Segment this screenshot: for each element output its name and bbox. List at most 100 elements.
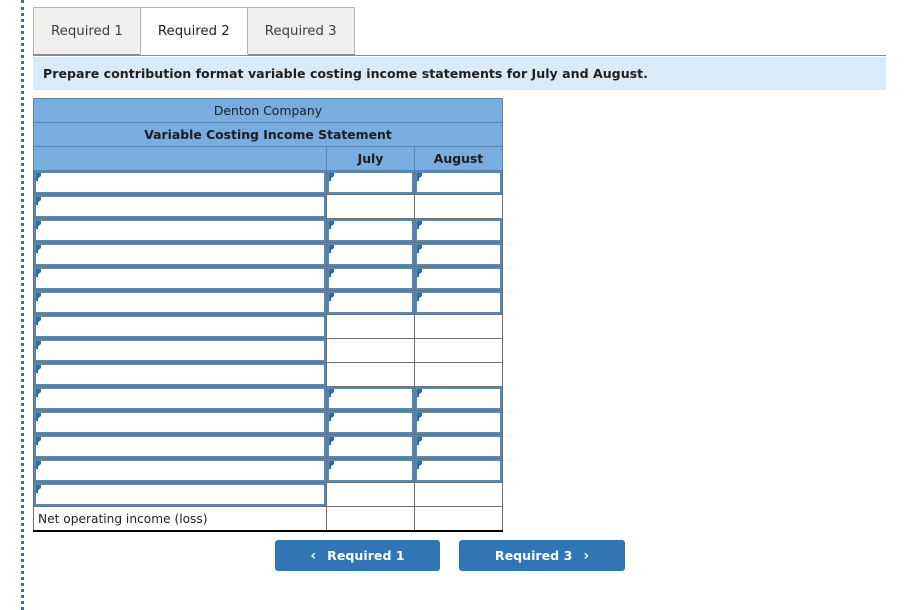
worksheet-row: Net operating income (loss) [33,506,503,532]
august-amount-input-4[interactable] [415,267,502,290]
july-amount-cell [326,458,415,483]
august-amount-input-11[interactable] [415,435,502,458]
august-amount-input-0[interactable] [415,171,502,194]
row-label-cell [33,362,327,387]
next-required-label: Required 3 [494,548,573,563]
tab-required-3[interactable]: Required 3 [246,7,355,55]
row-label-cell [33,338,327,363]
worksheet-row [33,290,503,315]
august-amount-input-9[interactable] [415,387,502,410]
worksheet-statement-title: Variable Costing Income Statement [33,122,503,147]
chevron-right-icon: › [583,547,590,564]
row-label-cell [33,386,327,411]
worksheet-row [33,266,503,291]
next-required-button[interactable]: Required 3 › [459,540,625,571]
july-amount-cell [326,242,415,267]
previous-required-label: Required 1 [327,548,405,563]
august-amount-input-2[interactable] [415,219,502,242]
july-amount-cell [326,290,415,315]
account-name-select-8[interactable] [34,363,326,386]
account-name-select-12[interactable] [34,459,326,482]
august-amount-cell [414,218,503,243]
july-amount-input-11[interactable] [327,435,414,458]
july-amount-input-5[interactable] [327,291,414,314]
july-amount-cell-empty [326,506,415,532]
july-amount-input-9[interactable] [327,387,414,410]
august-amount-cell-empty [414,314,503,339]
navigation-buttons: ‹ Required 1 Required 3 › [275,540,625,572]
account-name-select-9[interactable] [34,387,326,410]
account-name-select-1[interactable] [34,195,326,218]
row-label-cell [33,458,327,483]
row-label-cell [33,194,327,219]
august-amount-cell [414,386,503,411]
worksheet-statement-title-cell: Variable Costing Income Statement [33,122,503,147]
account-name-select-13[interactable] [34,483,326,506]
account-name-select-11[interactable] [34,435,326,458]
row-label-cell [33,170,327,195]
august-amount-cell-empty [414,362,503,387]
july-amount-cell-empty [326,482,415,507]
worksheet-company-title-cell: Denton Company [33,98,503,123]
account-name-select-6[interactable] [34,315,326,338]
tab-label: Required 2 [157,23,230,39]
row-label-cell [33,434,327,459]
july-amount-cell [326,266,415,291]
chevron-left-icon: ‹ [310,547,317,564]
tab-strip: Required 1 Required 2 Required 3 [33,7,886,56]
worksheet-row [33,242,503,267]
july-amount-input-2[interactable] [327,219,414,242]
july-amount-cell [326,170,415,195]
previous-required-button[interactable]: ‹ Required 1 [275,540,440,571]
account-name-select-3[interactable] [34,243,326,266]
account-name-select-7[interactable] [34,339,326,362]
july-amount-cell [326,410,415,435]
worksheet-row [33,218,503,243]
july-amount-input-10[interactable] [327,411,414,434]
august-amount-input-5[interactable] [415,291,502,314]
august-amount-cell [414,410,503,435]
row-label-cell [33,218,327,243]
august-amount-cell-empty [414,506,503,532]
tab-required-1[interactable]: Required 1 [33,7,141,55]
july-amount-cell [326,434,415,459]
july-amount-input-3[interactable] [327,243,414,266]
august-amount-cell-empty [414,338,503,363]
account-name-select-5[interactable] [34,291,326,314]
august-amount-cell [414,266,503,291]
worksheet-row [33,170,503,195]
worksheet-row [33,482,503,507]
july-amount-cell-empty [326,362,415,387]
account-name-select-0[interactable] [34,171,326,194]
left-dotted-divider [21,0,24,610]
row-label-cell [33,242,327,267]
july-amount-cell [326,218,415,243]
column-header-1: July [326,146,415,171]
july-amount-input-0[interactable] [327,171,414,194]
tab-required-2[interactable]: Required 2 [139,7,248,55]
row-label-cell [33,410,327,435]
variable-costing-worksheet: Denton Company Variable Costing Income St… [33,98,503,532]
worksheet-row [33,194,503,219]
account-name-select-2[interactable] [34,219,326,242]
worksheet-row [33,386,503,411]
worksheet-column-header-row: July August [33,146,503,171]
july-amount-cell [326,386,415,411]
worksheet-row [33,362,503,387]
august-amount-input-10[interactable] [415,411,502,434]
july-amount-input-12[interactable] [327,459,414,482]
row-label-cell [33,314,327,339]
august-amount-cell-empty [414,194,503,219]
row-label-cell [33,482,327,507]
august-amount-input-3[interactable] [415,243,502,266]
august-amount-input-12[interactable] [415,459,502,482]
tab-label: Required 1 [51,23,123,39]
july-amount-cell-empty [326,338,415,363]
account-name-select-4[interactable] [34,267,326,290]
july-amount-input-4[interactable] [327,267,414,290]
july-amount-cell-empty [326,314,415,339]
account-name-select-10[interactable] [34,411,326,434]
row-label-cell [33,266,327,291]
august-amount-cell [414,290,503,315]
august-amount-cell [414,434,503,459]
